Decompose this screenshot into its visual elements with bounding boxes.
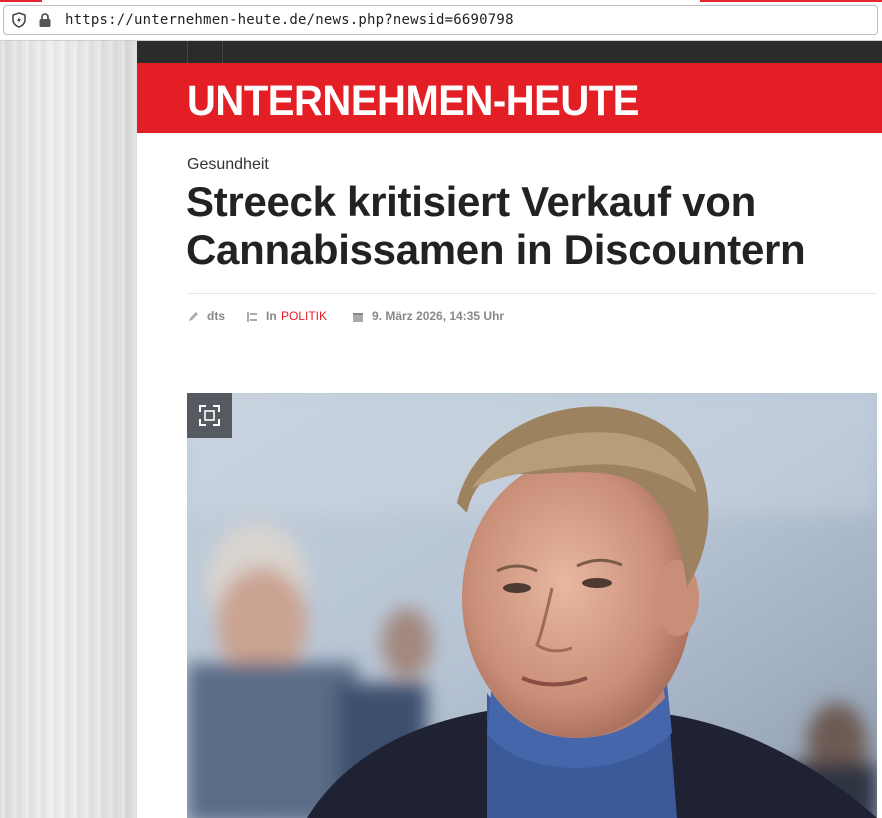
divider [187, 293, 877, 294]
site-logo[interactable]: UNTERNEHMEN-HEUTE [187, 77, 639, 126]
publish-date: 9. März 2026, 14:35 Uhr [372, 309, 505, 323]
pencil-icon [189, 312, 198, 321]
article-headline: Streeck kritisiert Verkauf von Cannabiss… [186, 178, 806, 273]
tab-indicator [700, 0, 882, 2]
author-name[interactable]: dts [207, 309, 225, 323]
calendar-icon [353, 313, 363, 322]
expand-image-button[interactable] [187, 393, 232, 438]
navbar-divider [187, 41, 188, 63]
browser-address-bar: https://unternehmen-heute.de/news.php?ne… [0, 0, 882, 41]
section-link[interactable]: POLITIK [281, 309, 327, 323]
url-text[interactable]: https://unternehmen-heute.de/news.php?ne… [65, 12, 514, 28]
top-navbar [137, 41, 882, 63]
url-field[interactable]: https://unternehmen-heute.de/news.php?ne… [3, 5, 878, 35]
navbar-divider [222, 41, 223, 63]
expand-icon [199, 405, 220, 426]
in-label: In [266, 309, 277, 323]
category-list-icon [247, 312, 257, 322]
page-background [0, 41, 137, 818]
shield-bolt-icon[interactable] [11, 12, 27, 28]
article-photo[interactable] [187, 393, 877, 818]
article-category[interactable]: Gesundheit [187, 156, 269, 174]
lock-icon[interactable] [38, 12, 52, 28]
tab-indicator [0, 0, 42, 2]
main-content: UNTERNEHMEN-HEUTE Gesundheit Streeck kri… [137, 41, 882, 818]
portrait-image [187, 393, 877, 818]
masthead: UNTERNEHMEN-HEUTE [137, 63, 882, 133]
